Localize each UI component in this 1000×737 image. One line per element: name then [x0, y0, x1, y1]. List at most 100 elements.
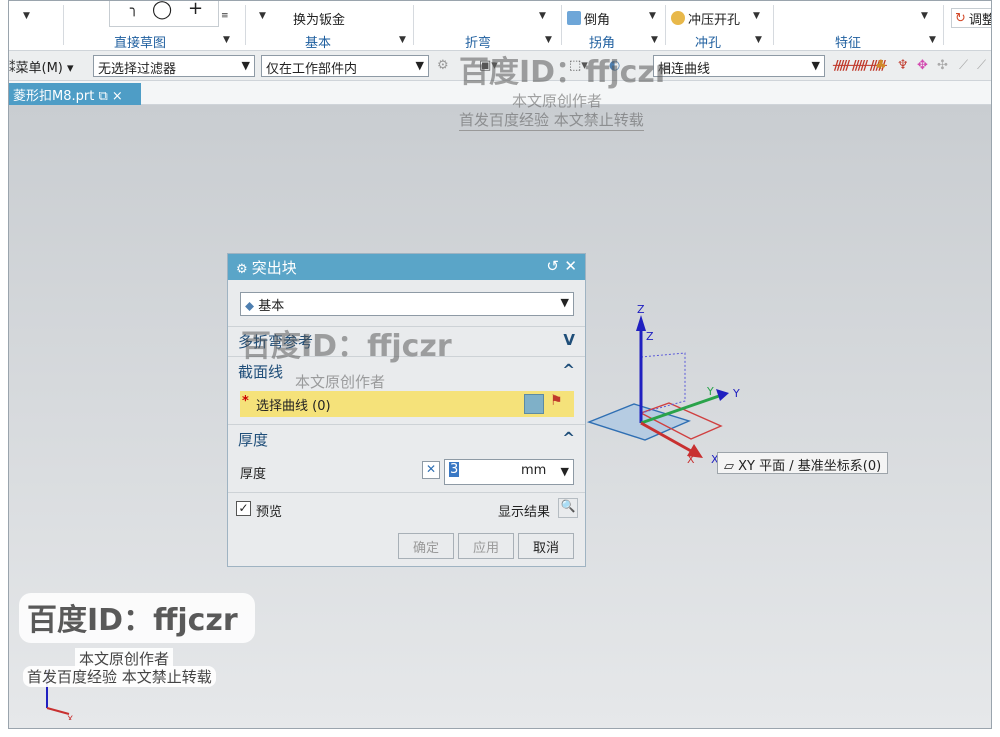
yz-plane[interactable] [640, 352, 686, 414]
select-curve-row[interactable]: * 选择曲线 (0) ⚑ [240, 391, 574, 417]
menu-label: 菜单(M) [15, 61, 63, 76]
gear-icon[interactable]: ⚙ [236, 262, 252, 277]
thickness-unit: mm [521, 463, 547, 478]
group-label-sketch: 直接草图 [114, 36, 167, 51]
watermark-author-dialog: 本文原创作者 [295, 373, 386, 391]
watermark-id-dialog: 百度ID：ffjczr [241, 329, 452, 364]
thickness-value: 3 [449, 462, 460, 477]
cancel-button[interactable]: 取消 [518, 533, 574, 559]
tooltip-text: XY 平面 / 基准坐标系(0) [738, 459, 882, 474]
punch-icon [671, 11, 685, 25]
chevron-down-icon: ▼ [415, 59, 424, 72]
group-label-punch: 冲孔 [695, 36, 722, 51]
snap-point-icon-7[interactable]: ⟋ [959, 58, 968, 73]
curve-rule-select[interactable]: 相连曲线 ▼ [653, 55, 825, 77]
chevron-down-icon: ▼ [560, 296, 569, 309]
bend-dropdown-icon[interactable]: ▼ [539, 11, 546, 21]
dropdown-arrow-icon[interactable]: ▼ [23, 11, 30, 21]
snap-point-icon-8[interactable]: ⟋ [977, 58, 986, 73]
axis-label-x: X [687, 453, 695, 466]
preview-checkbox[interactable]: ✓ [236, 501, 251, 516]
adjust-label: 调整 [968, 12, 991, 28]
chamfer-dropdown[interactable]: ▼ [649, 11, 656, 21]
close-icon[interactable]: ✕ [564, 257, 577, 275]
expand-chevron-icon[interactable]: V [563, 331, 575, 349]
snap-icon[interactable]: ⚙ [437, 58, 449, 73]
corner-group-dropdown[interactable]: ▼ [651, 35, 658, 45]
reset-icon[interactable]: ↺ [546, 257, 559, 275]
select-curve-label: 选择曲线 (0) [256, 399, 331, 414]
axis-label-z: Z [637, 303, 645, 316]
tab-part-file[interactable]: 菱形扣M8.prt ⧉ × [9, 83, 141, 105]
punch-group-dropdown[interactable]: ▼ [755, 35, 762, 45]
ribbon: ▼ ╮ ◯ + ≡ 直接草图 ▼ ▼ 换为钣金 基本 ▼ 折弯 ▼ ▼ 倒角 ▼… [9, 1, 991, 51]
gallery-more-icon[interactable]: ≡ [221, 11, 229, 21]
thickness-input[interactable]: 3 mm ▼ [444, 459, 574, 485]
required-asterisk: * [242, 394, 249, 409]
sketch-group-dropdown[interactable]: ▼ [223, 35, 230, 45]
snap-point-icon-4[interactable]: ♆ [897, 58, 909, 73]
sketch-tool-gallery[interactable]: ╮ ◯ + [109, 1, 219, 27]
collapse-chevron-icon[interactable]: ^ [562, 429, 575, 447]
menu-button[interactable]: ⁑菜单(M) ▾ [9, 57, 74, 76]
stamped-hole-button[interactable]: 冲压开孔 [671, 8, 740, 28]
ok-button[interactable]: 确定 [398, 533, 454, 559]
axis-label-y: Y [706, 385, 714, 398]
dialog-footer: ✓ 预览 显示结果 🔍 确定 应用 取消 [228, 492, 585, 566]
show-result-button[interactable]: 🔍 [558, 498, 578, 518]
triad-x-label: X [67, 715, 73, 720]
tab-pin-icon[interactable]: ⧉ [98, 89, 107, 104]
snap-point-icon-3[interactable]: ♣ [875, 58, 887, 73]
sketch-section-icon[interactable] [524, 394, 544, 414]
basic-group-dropdown[interactable]: ▼ [399, 35, 406, 45]
graphics-viewport[interactable]: 百度ID：ffjczr 本文原创作者 首发百度经验 本文禁止转载 Z Z Y Y… [9, 55, 991, 728]
chamfer-label: 倒角 [584, 12, 611, 28]
sheet-icon: ⬥ [245, 299, 259, 314]
dialog-title: 突出块 [251, 259, 297, 277]
punch-dropdown[interactable]: ▼ [753, 11, 760, 21]
watermark-author: 本文原创作者 [512, 92, 603, 110]
axis-label-z2: Z [646, 330, 654, 343]
type-filter-value: 无选择过滤器 [98, 62, 177, 77]
tab-dialog: ⚙ 突出块 ↺ ✕ ⬥ 基本 ▼ 多折弯参考 V 截面线 ^ * 选择曲线 (0) ⚑ [227, 253, 586, 567]
line-tool-icon[interactable]: ╮ [130, 1, 138, 17]
basic-dropdown-icon[interactable]: ▼ [259, 11, 266, 21]
section-thickness: 厚度 ^ 厚度 ✕ 3 mm ▼ [228, 424, 585, 492]
snap-point-icon-1[interactable]: ᚏ [833, 58, 851, 73]
feature-dropdown-icon[interactable]: ▼ [921, 11, 928, 21]
axis-label-y2: Y [732, 387, 740, 400]
group-label-feature: 特征 [835, 36, 862, 51]
nx-window: ▼ ╮ ◯ + ≡ 直接草图 ▼ ▼ 换为钣金 基本 ▼ 折弯 ▼ ▼ 倒角 ▼… [8, 0, 992, 729]
chamfer-button[interactable]: 倒角 [567, 8, 610, 28]
snap-point-icon-6[interactable]: ✣ [937, 58, 948, 73]
dialog-title-bar[interactable]: ⚙ 突出块 ↺ ✕ [228, 254, 585, 280]
section-curve: 截面线 ^ * 选择曲线 (0) ⚑ [228, 356, 585, 424]
apply-button[interactable]: 应用 [458, 533, 514, 559]
reverse-direction-icon[interactable]: ✕ [422, 461, 440, 479]
chamfer-icon [567, 11, 581, 25]
xy-plane[interactable] [586, 403, 692, 441]
show-result-label: 显示结果 [498, 505, 551, 520]
tab-close-icon[interactable]: × [112, 89, 123, 104]
chevron-down-icon: ▼ [560, 465, 569, 478]
selection-tooltip: ▱ XY 平面 / 基准坐标系(0) [717, 452, 889, 474]
snap-point-icon-5[interactable]: ✥ [917, 58, 928, 73]
curve-select-icon[interactable]: ⚑ [550, 393, 563, 409]
selection-scope-select[interactable]: 仅在工作部件内 ▼ [261, 55, 429, 77]
chevron-down-icon: ▼ [241, 59, 250, 72]
feature-group-dropdown[interactable]: ▼ [929, 35, 936, 45]
collapse-chevron-icon[interactable]: ^ [562, 361, 575, 379]
watermark-id-bottom: 百度ID：ffjczr [27, 603, 238, 638]
adjust-button[interactable]: ↻调整 [951, 8, 991, 28]
type-select[interactable]: ⬥ 基本 ▼ [240, 292, 574, 316]
bend-group-dropdown[interactable]: ▼ [545, 35, 552, 45]
convert-sheet-metal-button[interactable]: 换为钣金 [293, 8, 345, 28]
plus-tool-icon[interactable]: + [188, 1, 203, 19]
watermark-notice-bottom: 首发百度经验 本文禁止转载 [23, 666, 216, 687]
circle-tool-icon[interactable]: ◯ [152, 1, 172, 20]
type-filter-select[interactable]: 无选择过滤器 ▼ [93, 55, 255, 77]
group-label-basic: 基本 [305, 36, 332, 51]
preview-label: 预览 [256, 505, 283, 520]
tab-part-file-label: 菱形扣M8.prt [13, 89, 95, 104]
watermark-id: 百度ID：ffjczr [459, 55, 670, 90]
